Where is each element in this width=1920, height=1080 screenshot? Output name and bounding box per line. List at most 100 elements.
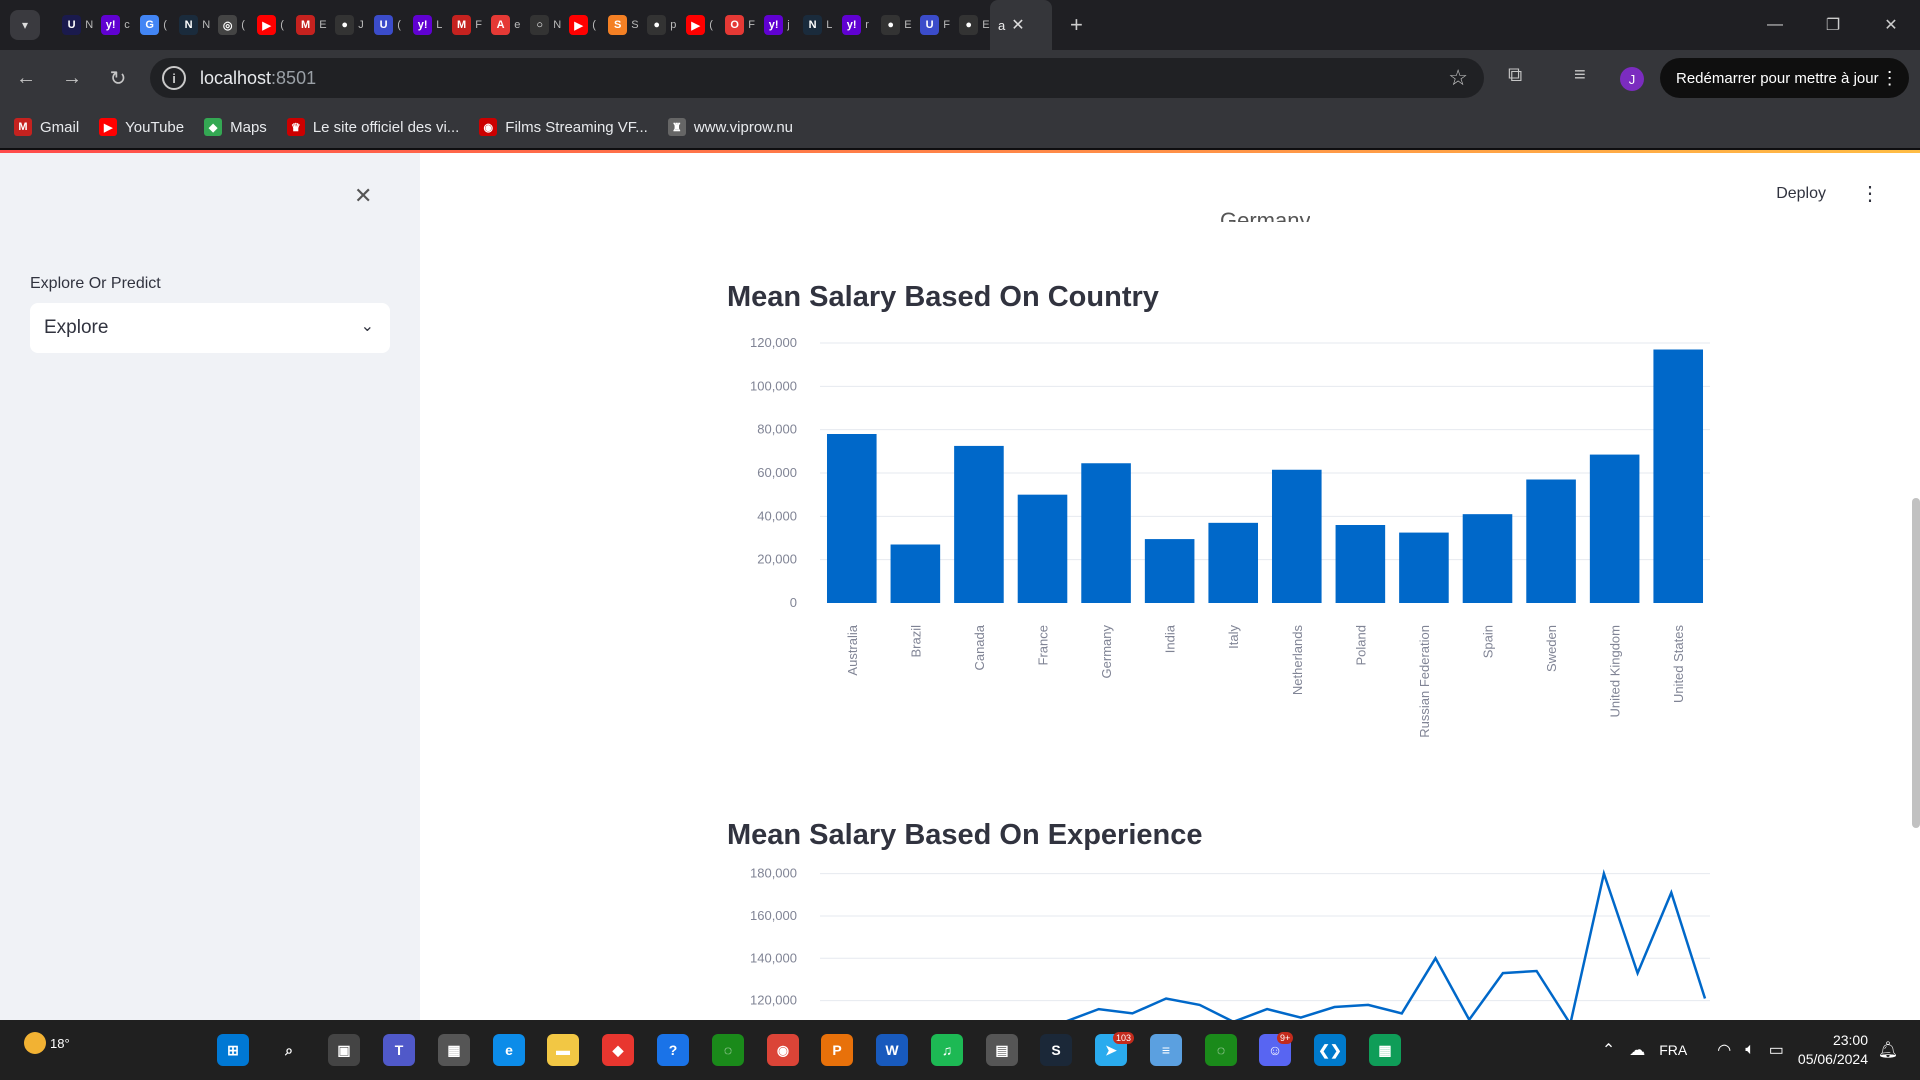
browser-tab[interactable]: OF — [717, 0, 756, 50]
steam-icon[interactable]: S — [1040, 1034, 1072, 1066]
windows-start-icon[interactable]: ⊞ — [217, 1034, 249, 1066]
browser-tab[interactable]: ◎( — [210, 0, 249, 50]
y-tick-label: 40,000 — [757, 508, 797, 523]
help-icon[interactable]: ? — [657, 1034, 689, 1066]
bookmark-star-icon[interactable]: ☆ — [1448, 65, 1468, 91]
clock[interactable]: 23:00 05/06/2024 — [1798, 1031, 1868, 1069]
tab-search-button[interactable]: ▾ — [10, 10, 40, 40]
media-control-icon[interactable]: ≡ — [1574, 64, 1586, 87]
vscode-icon[interactable]: ❮❯ — [1314, 1034, 1346, 1066]
browser-tab[interactable]: ▶( — [561, 0, 600, 50]
restart-update-button[interactable]: Redémarrer pour mettre à jour ⋮ — [1660, 58, 1909, 98]
profile-avatar[interactable]: J — [1620, 67, 1644, 91]
main-menu-icon[interactable]: ⋮ — [1860, 181, 1880, 206]
bar[interactable] — [1144, 539, 1195, 603]
browser-tab[interactable]: ▶( — [678, 0, 717, 50]
bar[interactable] — [1335, 525, 1386, 603]
browser-tab[interactable]: ● p — [639, 0, 678, 50]
notification-bell-icon[interactable]: 🔔︎ — [1878, 1040, 1898, 1060]
browser-tab[interactable]: NN — [171, 0, 210, 50]
search-icon[interactable]: ⌕ — [273, 1034, 305, 1066]
bar[interactable] — [1271, 469, 1322, 603]
file-explorer-icon[interactable]: ▬ — [547, 1034, 579, 1066]
close-sidebar-icon[interactable]: ✕ — [354, 183, 372, 209]
sheets-icon[interactable]: ▦ — [1369, 1034, 1401, 1066]
browser-tab[interactable]: ○ N — [522, 0, 561, 50]
site-info-icon[interactable]: i — [162, 66, 186, 90]
bar[interactable] — [1653, 349, 1704, 604]
bar[interactable] — [1208, 522, 1259, 603]
store-icon[interactable]: ▦ — [438, 1034, 470, 1066]
more-menu-icon[interactable]: ⋮ — [1881, 68, 1899, 89]
bookmark-item[interactable]: ♜ www.viprow.nu — [667, 118, 793, 136]
bar[interactable] — [1589, 454, 1640, 603]
browser-tab[interactable]: G( — [132, 0, 171, 50]
onedrive-icon[interactable]: ☁ — [1629, 1040, 1645, 1060]
browser-tab[interactable]: y! j — [756, 0, 795, 50]
reload-button[interactable]: ↻ — [98, 58, 138, 98]
pdf-icon[interactable]: P — [821, 1034, 853, 1066]
deploy-button[interactable]: Deploy — [1776, 185, 1826, 203]
close-tab-icon[interactable]: ✕ — [1011, 15, 1024, 35]
page-scrollbar[interactable] — [1912, 498, 1920, 828]
browser-tab[interactable]: MF — [444, 0, 483, 50]
browser-tab[interactable]: SS — [600, 0, 639, 50]
teams-icon[interactable]: T — [383, 1034, 415, 1066]
bar[interactable] — [890, 544, 941, 604]
bookmark-item[interactable]: ◆ Maps — [204, 118, 267, 136]
bar[interactable] — [1399, 532, 1449, 603]
minimize-button[interactable]: — — [1746, 0, 1804, 50]
browser-tab[interactable]: y! L — [405, 0, 444, 50]
bookmark-item[interactable]: ◉ Films Streaming VF... — [479, 118, 648, 136]
browser-tab[interactable]: y! r — [834, 0, 873, 50]
weather-widget[interactable]: 18° — [24, 1032, 70, 1054]
wifi-icon[interactable]: ◠ — [1717, 1040, 1731, 1060]
browser-tab[interactable]: UF — [912, 0, 951, 50]
browser-tab[interactable]: NL — [795, 0, 834, 50]
notepad-icon[interactable]: ≡ — [1150, 1034, 1182, 1066]
forward-button[interactable]: → — [52, 58, 92, 98]
browser-tab[interactable]: ME — [288, 0, 327, 50]
browser-tab[interactable]: UN — [54, 0, 93, 50]
chrome-icon[interactable]: ◉ — [767, 1034, 799, 1066]
browser-tab[interactable]: U( — [366, 0, 405, 50]
browser-tab[interactable]: ● E — [951, 0, 990, 50]
new-tab-button[interactable]: + — [1070, 12, 1083, 38]
back-button[interactable]: ← — [6, 58, 46, 98]
bar[interactable] — [1462, 514, 1513, 603]
bar[interactable] — [1526, 479, 1576, 604]
browser-tab[interactable]: ● J — [327, 0, 366, 50]
spotify-icon[interactable]: ♫ — [931, 1034, 963, 1066]
address-bar[interactable]: i localhost:8501 ☆ — [150, 58, 1484, 98]
battery-icon[interactable]: ▭ — [1769, 1040, 1784, 1060]
sync-icon[interactable]: ◌ — [1205, 1034, 1237, 1066]
tab-favicon-icon: ○ — [530, 15, 550, 35]
volume-icon[interactable]: 🔈︎ — [1745, 1041, 1755, 1059]
bar[interactable] — [826, 434, 877, 603]
browser-tab[interactable]: y! c — [93, 0, 132, 50]
experience-series-line[interactable] — [1065, 868, 1707, 1020]
browser-tab[interactable]: ● E — [873, 0, 912, 50]
close-window-button[interactable]: ✕ — [1862, 0, 1920, 50]
extensions-icon[interactable]: ⧉ — [1508, 64, 1522, 87]
browser-tab[interactable]: Ae — [483, 0, 522, 50]
bookmark-item[interactable]: M Gmail — [14, 118, 79, 136]
language-indicator[interactable]: FRA — [1659, 1042, 1687, 1058]
bar[interactable] — [1081, 463, 1131, 603]
bookmarks-bar: M Gmail ▶ YouTube ◆ Maps ♛ Le site officiel des… — [0, 106, 1920, 148]
browser-tab[interactable]: ▶( — [249, 0, 288, 50]
bookmark-item[interactable]: ♛ Le site officiel des vi... — [286, 118, 459, 136]
file-view-icon[interactable]: ▣ — [328, 1034, 360, 1066]
progress-icon[interactable]: ◌ — [712, 1034, 744, 1066]
bar[interactable] — [1017, 494, 1068, 603]
active-browser-tab[interactable]: a ✕ — [990, 0, 1052, 50]
gitkraken-icon[interactable]: ◆ — [602, 1034, 634, 1066]
chevron-up-icon[interactable]: ⌃ — [1602, 1040, 1615, 1060]
bar[interactable] — [954, 445, 1004, 603]
edge-icon[interactable]: e — [493, 1034, 525, 1066]
explore-predict-select[interactable]: Explore ⌄ — [30, 303, 390, 353]
restore-button[interactable]: ❐ — [1804, 0, 1862, 50]
bookmark-item[interactable]: ▶ YouTube — [99, 118, 184, 136]
calculator-icon[interactable]: ▤ — [986, 1034, 1018, 1066]
docs-icon[interactable]: W — [876, 1034, 908, 1066]
